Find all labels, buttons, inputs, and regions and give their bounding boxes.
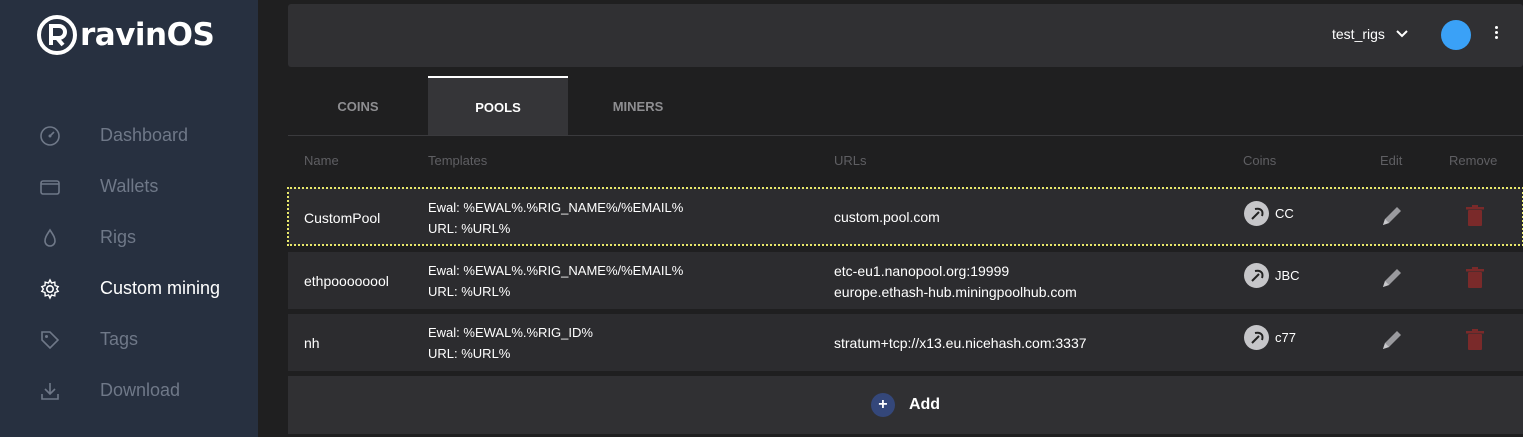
sidebar-item-tags[interactable]: Tags xyxy=(0,314,258,365)
remove-button[interactable] xyxy=(1461,264,1489,292)
tab-pools[interactable]: POOLS xyxy=(428,76,568,136)
rig-selector-value: test_rigs xyxy=(1332,26,1385,42)
logo-text: ravinOS xyxy=(80,17,215,53)
plus-icon: + xyxy=(870,393,895,417)
table-row[interactable]: ethpoooooool Ewal: %EWAL%.%RIG_NAME%/%EM… xyxy=(288,252,1523,309)
column-header-coins: Coins xyxy=(1243,153,1277,168)
trash-icon xyxy=(1466,329,1484,350)
trash-icon xyxy=(1466,205,1484,226)
edit-button[interactable] xyxy=(1378,202,1406,230)
url-line: stratum+tcp://x13.eu.nicehash.com:3337 xyxy=(834,335,1087,351)
pencil-icon xyxy=(1383,269,1401,287)
url-line: etc-eu1.nanopool.org:19999 xyxy=(834,263,1010,279)
coin-label: c77 xyxy=(1275,330,1296,345)
pool-urls: custom.pool.com xyxy=(834,209,940,225)
wallet-icon xyxy=(38,175,62,199)
sidebar: ravinOS Dashboard Wallets Rigs Custom mi… xyxy=(0,0,258,437)
coin-label: CC xyxy=(1275,206,1294,221)
sidebar-item-dashboard[interactable]: Dashboard xyxy=(0,110,258,161)
sidebar-item-rigs[interactable]: Rigs xyxy=(0,212,258,263)
tab-miners[interactable]: MINERS xyxy=(568,76,708,136)
column-header-name: Name xyxy=(304,153,339,168)
tabs-divider xyxy=(288,135,1523,136)
pool-coin: JBC xyxy=(1244,263,1300,288)
sidebar-item-custom-mining[interactable]: Custom mining xyxy=(0,263,258,314)
pencil-icon xyxy=(1383,331,1401,349)
sidebar-item-wallets[interactable]: Wallets xyxy=(0,161,258,212)
add-label: Add xyxy=(908,396,941,413)
tag-icon xyxy=(38,328,62,352)
logo-mark-icon xyxy=(37,15,77,55)
sidebar-item-label: Custom mining xyxy=(100,278,221,298)
url-line: custom.pool.com xyxy=(834,209,940,225)
pool-coin: c77 xyxy=(1244,325,1296,350)
sidebar-item-download[interactable]: Download xyxy=(0,365,258,416)
template-line: URL: %URL% xyxy=(428,221,511,236)
add-pool-button[interactable]: + Add xyxy=(288,376,1523,434)
pickaxe-icon xyxy=(1244,263,1269,288)
tab-coins[interactable]: COINS xyxy=(288,76,428,136)
column-header-urls: URLs xyxy=(834,153,867,168)
column-header-templates: Templates xyxy=(428,153,488,168)
pool-coin: CC xyxy=(1244,201,1294,226)
trash-icon xyxy=(1466,267,1484,288)
pool-templates: Ewal: %EWAL%.%RIG_ID% URL: %URL% xyxy=(428,322,593,364)
template-line: URL: %URL% xyxy=(428,284,511,299)
top-bar: test_rigs xyxy=(288,4,1523,67)
remove-button[interactable] xyxy=(1461,202,1489,230)
pool-name: ethpoooooool xyxy=(304,273,389,289)
sidebar-item-label: Dashboard xyxy=(100,125,189,145)
chevron-down-icon xyxy=(1396,30,1408,38)
column-header-remove: Remove xyxy=(1449,153,1498,168)
pickaxe-icon xyxy=(1244,201,1269,226)
edit-button[interactable] xyxy=(1378,264,1406,292)
edit-button[interactable] xyxy=(1378,326,1406,354)
avatar[interactable] xyxy=(1441,20,1471,50)
url-line: europe.ethash-hub.miningpoolhub.com xyxy=(834,284,1077,300)
table-row[interactable]: nh Ewal: %EWAL%.%RIG_ID% URL: %URL% stra… xyxy=(288,314,1523,371)
pool-templates: Ewal: %EWAL%.%RIG_NAME%/%EMAIL% URL: %UR… xyxy=(428,260,683,302)
pool-urls: stratum+tcp://x13.eu.nicehash.com:3337 xyxy=(834,335,1087,351)
pool-name: nh xyxy=(304,335,320,351)
template-line: Ewal: %EWAL%.%RIG_NAME%/%EMAIL% xyxy=(428,263,684,278)
drop-icon xyxy=(38,226,62,250)
pool-templates: Ewal: %EWAL%.%RIG_NAME%/%EMAIL% URL: %UR… xyxy=(428,197,683,239)
coin-label: JBC xyxy=(1275,268,1300,283)
download-icon xyxy=(38,379,62,403)
rig-selector[interactable]: test_rigs xyxy=(1332,26,1409,42)
template-line: Ewal: %EWAL%.%RIG_NAME%/%EMAIL% xyxy=(428,200,684,215)
template-line: URL: %URL% xyxy=(428,346,511,361)
column-header-edit: Edit xyxy=(1380,153,1403,168)
sidebar-item-label: Wallets xyxy=(100,176,159,196)
table-row[interactable]: CustomPool Ewal: %EWAL%.%RIG_NAME%/%EMAI… xyxy=(287,187,1523,246)
more-menu-icon[interactable] xyxy=(1490,26,1502,46)
sidebar-item-label: Tags xyxy=(100,329,139,349)
logo[interactable]: ravinOS xyxy=(36,14,215,56)
remove-button[interactable] xyxy=(1461,326,1489,354)
gear-icon xyxy=(38,277,62,301)
pool-name: CustomPool xyxy=(304,210,381,226)
pencil-icon xyxy=(1383,207,1401,225)
template-line: Ewal: %EWAL%.%RIG_ID% xyxy=(428,325,593,340)
pickaxe-icon xyxy=(1244,325,1269,350)
tab-bar: COINS POOLS MINERS xyxy=(288,76,1523,136)
table-header: Name Templates URLs Coins Edit Remove xyxy=(288,150,1523,172)
sidebar-item-label: Download xyxy=(100,380,181,400)
pool-urls: etc-eu1.nanopool.org:19999 europe.ethash… xyxy=(834,261,1077,303)
sidebar-item-label: Rigs xyxy=(100,227,137,247)
speedometer-icon xyxy=(38,124,62,148)
